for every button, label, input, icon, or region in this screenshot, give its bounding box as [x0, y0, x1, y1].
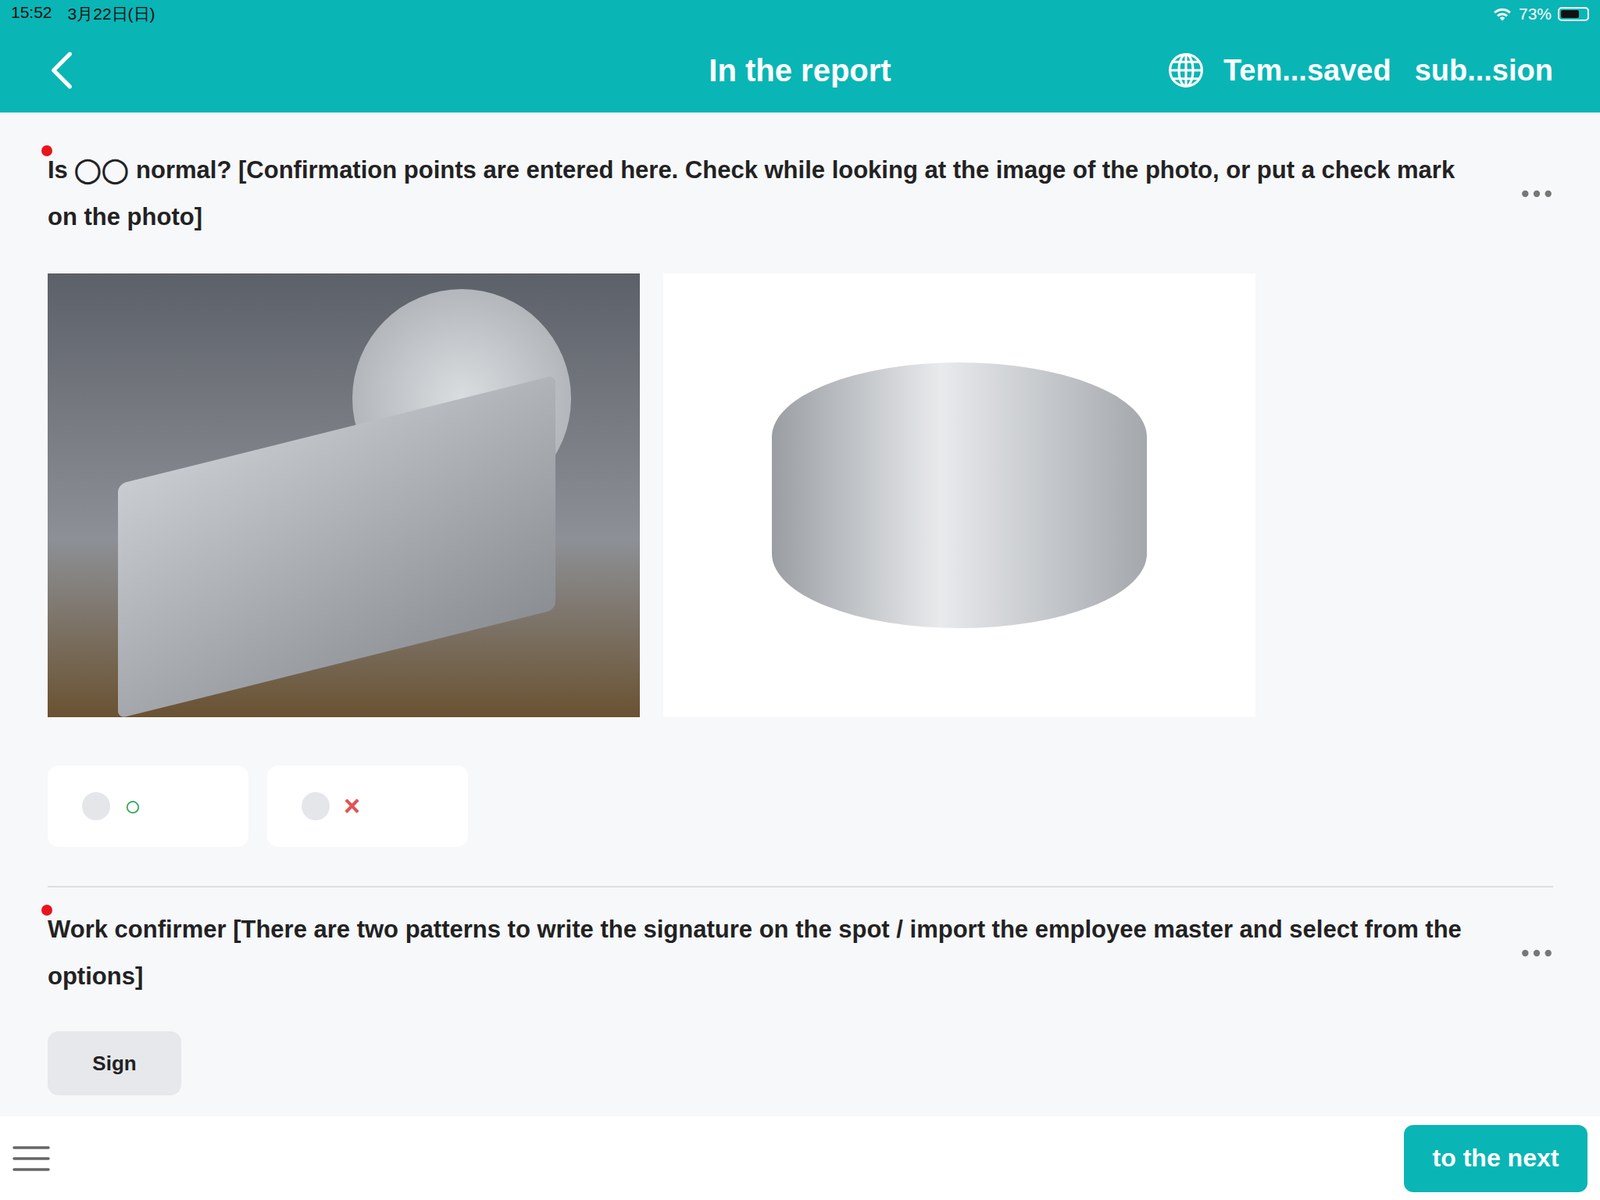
menu-icon[interactable]	[12, 1145, 50, 1172]
back-chevron-icon[interactable]	[48, 50, 75, 91]
header-action[interactable]: Tem...saved	[1223, 53, 1392, 88]
required-dot	[41, 904, 53, 916]
status-time: 15:52	[10, 3, 53, 25]
wifi-icon	[1492, 6, 1513, 22]
report-screen: 15:52 3月22日(日) 73% In the report Tem...saved…	[0, 0, 1600, 1200]
next-button[interactable]: to the next	[1403, 1125, 1588, 1193]
bottom-bar: to the next	[0, 1116, 1600, 1200]
more-icon[interactable]	[1520, 189, 1554, 199]
reference-photo[interactable]	[47, 273, 640, 718]
question-item: Is ◯◯ normal? [Confirmation points are e…	[47, 146, 1554, 847]
sign-button[interactable]: Sign	[47, 1031, 182, 1096]
question-item: Work confirmer [There are two patterns t…	[47, 885, 1554, 1096]
reference-photo[interactable]	[663, 273, 1256, 718]
battery-icon	[1557, 7, 1590, 22]
radio-icon	[301, 792, 330, 821]
battery-percent: 73%	[1518, 4, 1552, 24]
app-header: In the report Tem...saved sub...sion	[0, 28, 1600, 113]
header-action[interactable]: sub...sion	[1414, 53, 1554, 88]
question-text: Is ◯◯ normal? [Confirmation points are e…	[47, 146, 1474, 241]
question-text: Work confirmer [There are two patterns t…	[47, 906, 1474, 1000]
required-dot	[41, 145, 53, 157]
status-bar: 15:52 3月22日(日) 73%	[0, 0, 1600, 29]
status-date: 3月22日(日)	[67, 3, 156, 25]
choice-option[interactable]: ○	[47, 765, 249, 847]
header-title: In the report	[604, 53, 996, 89]
globe-icon[interactable]	[1167, 51, 1205, 90]
more-icon[interactable]	[1520, 948, 1554, 958]
radio-icon	[82, 792, 111, 821]
report-content: Is ◯◯ normal? [Confirmation points are e…	[0, 112, 1600, 1117]
choice-option[interactable]: ×	[267, 765, 468, 847]
